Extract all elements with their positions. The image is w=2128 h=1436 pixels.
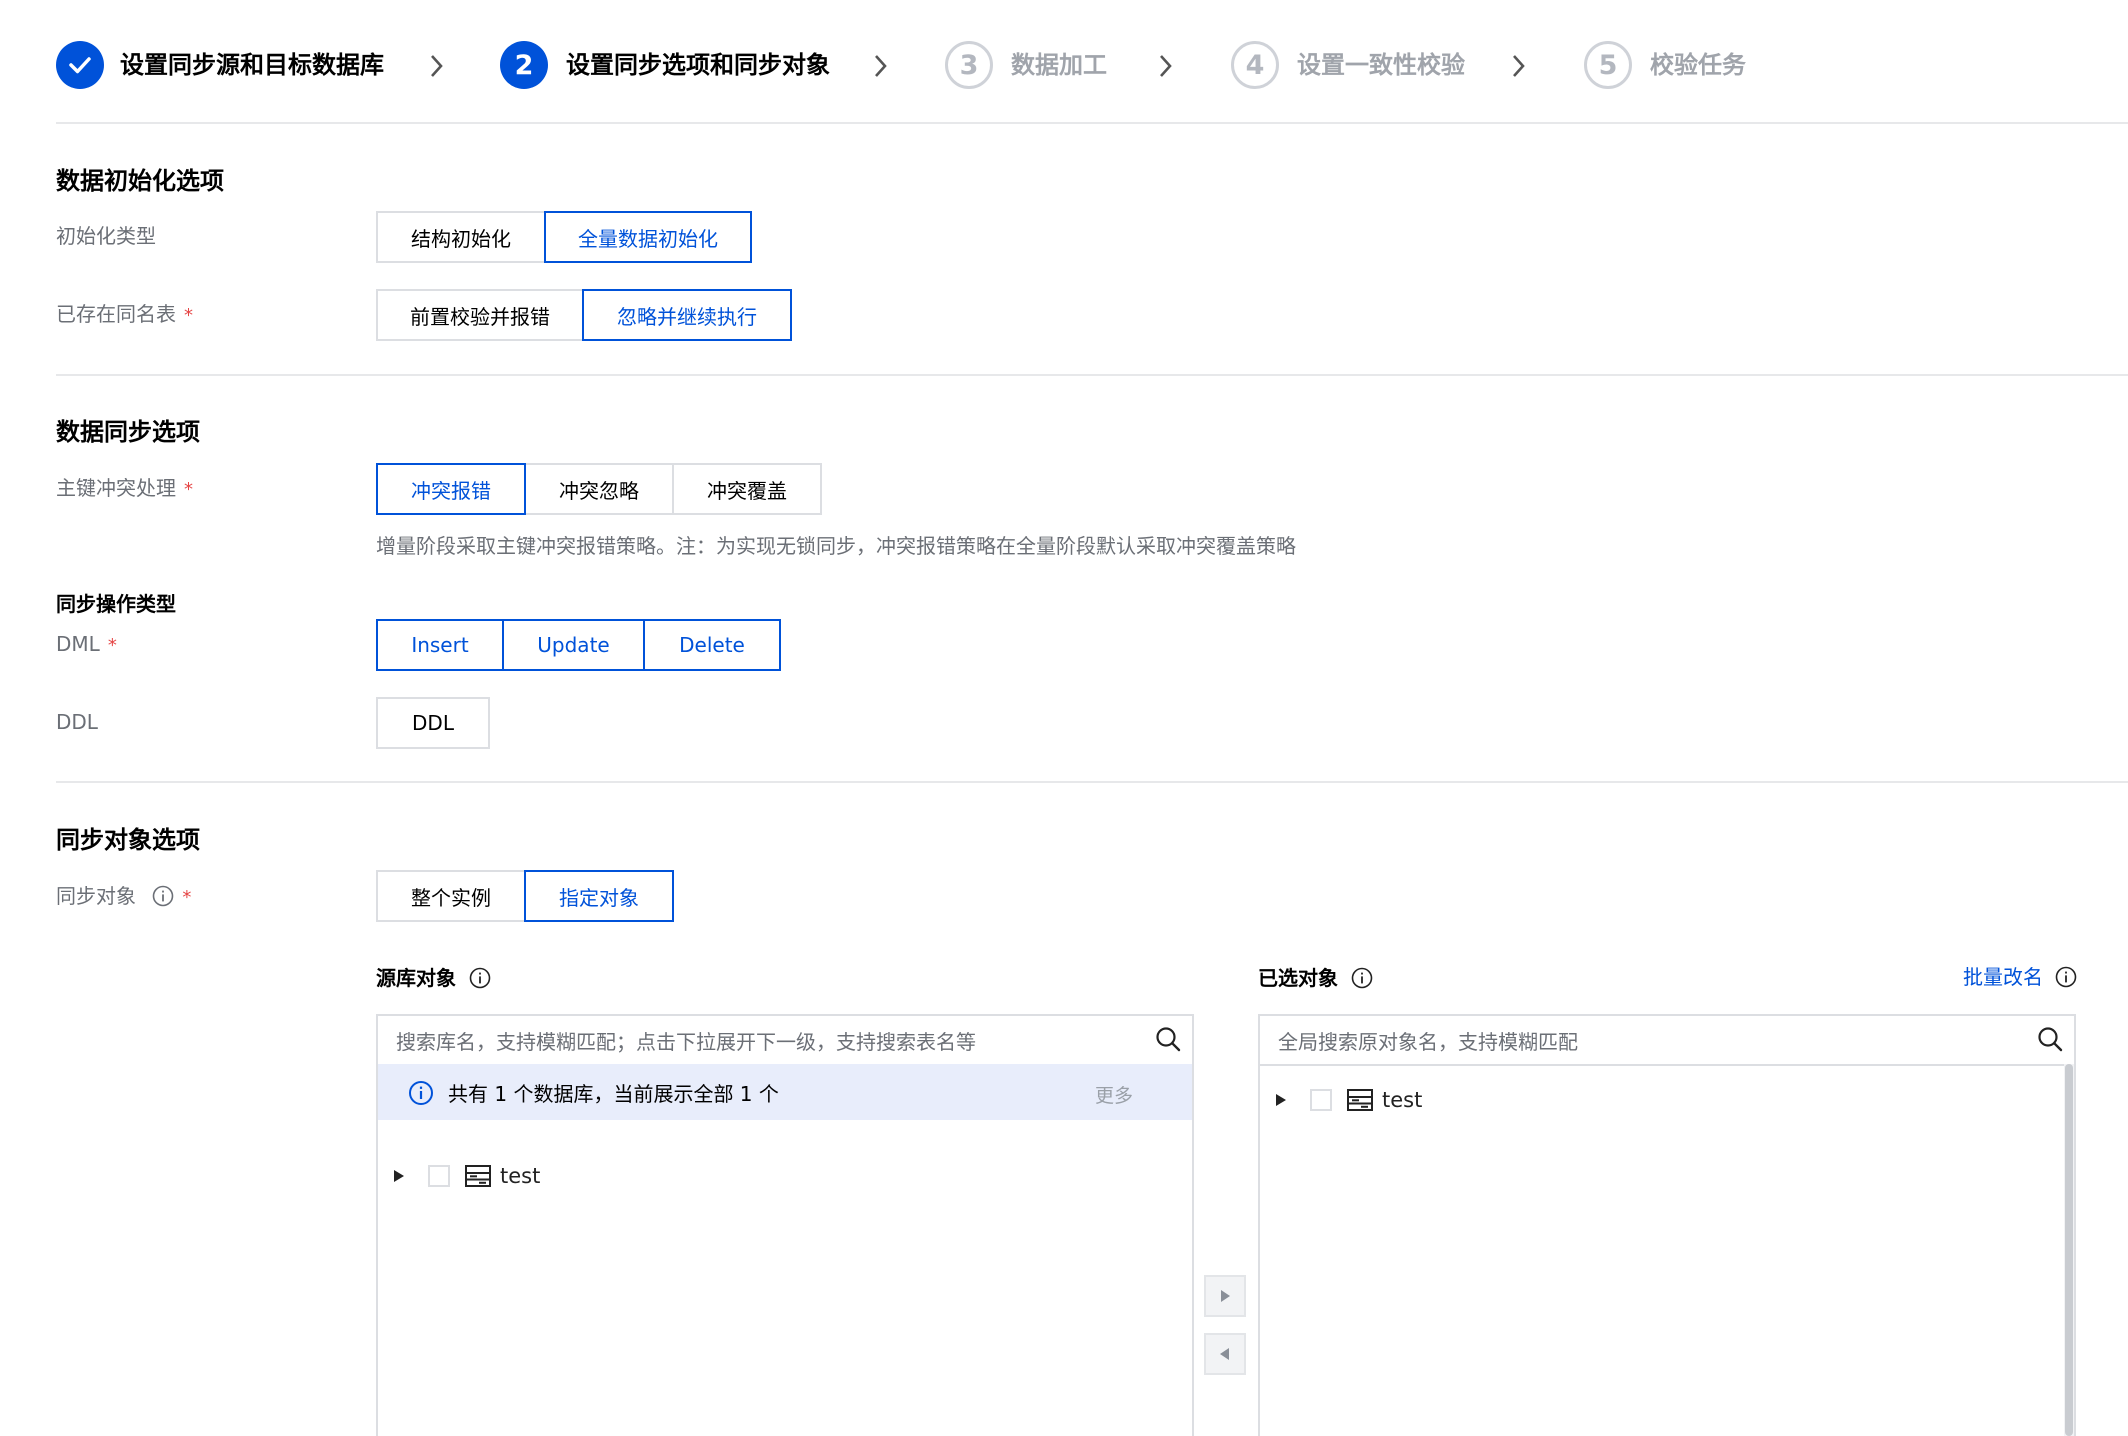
batch-rename-link[interactable]: 批量改名 [1963, 961, 2077, 990]
dml-update-button[interactable]: Update [502, 619, 645, 671]
source-notice-bar: 共有 1 个数据库，当前展示全部 1 个 更多 [378, 1064, 1192, 1120]
divider [56, 781, 2128, 783]
required-mark: * [184, 479, 193, 500]
source-tree-row[interactable]: test [394, 1164, 540, 1188]
selected-tree-row[interactable]: test [1276, 1088, 1422, 1112]
divider [56, 122, 2128, 124]
init-type-segmented: 结构初始化 全量数据初始化 [376, 211, 752, 263]
selected-search-box[interactable]: 全局搜索原对象名，支持模糊匹配 [1260, 1016, 2074, 1066]
source-objects-title: 源库对象 [376, 962, 491, 991]
init-type-full-data-button[interactable]: 全量数据初始化 [544, 211, 752, 263]
ddl-segmented: DDL [376, 697, 490, 749]
move-right-button[interactable] [1204, 1275, 1246, 1317]
step-5-number: 5 [1584, 41, 1632, 89]
selected-tree-label: test [1382, 1088, 1423, 1112]
step-4-number: 4 [1231, 41, 1279, 89]
selected-tree-checkbox[interactable] [1310, 1089, 1332, 1111]
info-icon[interactable] [469, 967, 491, 989]
pk-conflict-overwrite-button[interactable]: 冲突覆盖 [672, 463, 822, 515]
info-icon[interactable] [1351, 967, 1373, 989]
info-circle-icon [409, 1081, 433, 1105]
sync-object-whole-instance-button[interactable]: 整个实例 [376, 870, 526, 922]
op-type-label: 同步操作类型 [56, 592, 176, 616]
caret-left-icon [1220, 1348, 1229, 1360]
ddl-label: DDL [56, 710, 98, 734]
step-1-label[interactable]: 设置同步源和目标数据库 [120, 49, 384, 81]
dml-segmented: Insert Update Delete [376, 619, 781, 671]
source-search-box[interactable]: 搜索库名，支持模糊匹配；点击下拉展开下一级，支持搜索表名等 [378, 1016, 1192, 1066]
source-more-link[interactable]: 更多 [1095, 1081, 1133, 1108]
step-4-label[interactable]: 设置一致性校验 [1297, 49, 1465, 81]
source-tree-checkbox[interactable] [428, 1165, 450, 1187]
existing-table-label: 已存在同名表 * [56, 302, 193, 326]
chevron-right-icon [431, 55, 443, 77]
step-2-number: 2 [500, 41, 548, 89]
scrollbar-track[interactable] [2064, 1064, 2074, 1436]
chevron-right-icon [1160, 55, 1172, 77]
source-search-input[interactable]: 搜索库名，支持模糊匹配；点击下拉展开下一级，支持搜索表名等 [396, 1026, 976, 1055]
scrollbar-thumb[interactable] [2065, 1064, 2073, 1436]
existing-table-ignore-button[interactable]: 忽略并继续执行 [582, 289, 792, 341]
section-title-sync: 数据同步选项 [56, 418, 200, 446]
existing-table-segmented: 前置校验并报错 忽略并继续执行 [376, 289, 792, 341]
dml-delete-button[interactable]: Delete [643, 619, 781, 671]
init-type-label: 初始化类型 [56, 224, 156, 248]
chevron-right-icon [875, 55, 887, 77]
source-objects-panel: 搜索库名，支持模糊匹配；点击下拉展开下一级，支持搜索表名等 共有 1 个数据库，… [376, 1014, 1194, 1436]
source-notice-text: 共有 1 个数据库，当前展示全部 1 个 [448, 1082, 779, 1106]
search-icon[interactable] [1154, 1025, 1182, 1053]
required-mark: * [184, 305, 193, 326]
selected-objects-title: 已选对象 [1258, 962, 1373, 991]
dml-label: DML * [56, 632, 117, 656]
divider [56, 374, 2128, 376]
pk-conflict-error-button[interactable]: 冲突报错 [376, 463, 526, 515]
selected-search-input[interactable]: 全局搜索原对象名，支持模糊匹配 [1278, 1026, 1578, 1055]
chevron-right-icon [1513, 55, 1525, 77]
step-3-label[interactable]: 数据加工 [1011, 49, 1107, 81]
required-mark: * [107, 635, 117, 656]
sync-object-segmented: 整个实例 指定对象 [376, 870, 674, 922]
expand-triangle-icon[interactable] [1276, 1094, 1286, 1106]
sync-object-label: 同步对象 * [56, 884, 192, 908]
existing-table-precheck-button[interactable]: 前置校验并报错 [376, 289, 584, 341]
step-2-label[interactable]: 设置同步选项和同步对象 [566, 49, 830, 81]
info-icon[interactable] [2055, 966, 2077, 988]
database-icon [1347, 1089, 1373, 1111]
dml-insert-button[interactable]: Insert [376, 619, 504, 671]
required-mark: * [182, 887, 192, 908]
ddl-button[interactable]: DDL [376, 697, 490, 749]
search-icon[interactable] [2036, 1025, 2064, 1053]
caret-right-icon [1221, 1290, 1230, 1302]
pk-conflict-hint: 增量阶段采取主键冲突报错策略。注：为实现无锁同步，冲突报错策略在全量阶段默认采取… [376, 534, 1296, 558]
source-tree-label: test [500, 1164, 541, 1188]
pk-conflict-ignore-button[interactable]: 冲突忽略 [524, 463, 674, 515]
init-type-structure-button[interactable]: 结构初始化 [376, 211, 546, 263]
database-icon [465, 1165, 491, 1187]
pk-conflict-label: 主键冲突处理 * [56, 476, 193, 500]
section-title-object: 同步对象选项 [56, 826, 200, 854]
info-icon[interactable] [152, 885, 174, 907]
selected-objects-panel: 全局搜索原对象名，支持模糊匹配 test [1258, 1014, 2076, 1436]
step-5-label[interactable]: 校验任务 [1650, 49, 1746, 81]
step-3-number: 3 [945, 41, 993, 89]
move-left-button[interactable] [1204, 1333, 1246, 1375]
section-title-init: 数据初始化选项 [56, 167, 224, 195]
expand-triangle-icon[interactable] [394, 1170, 404, 1182]
step-1-check-icon [56, 41, 104, 89]
sync-object-specified-button[interactable]: 指定对象 [524, 870, 674, 922]
pk-conflict-segmented: 冲突报错 冲突忽略 冲突覆盖 [376, 463, 822, 515]
